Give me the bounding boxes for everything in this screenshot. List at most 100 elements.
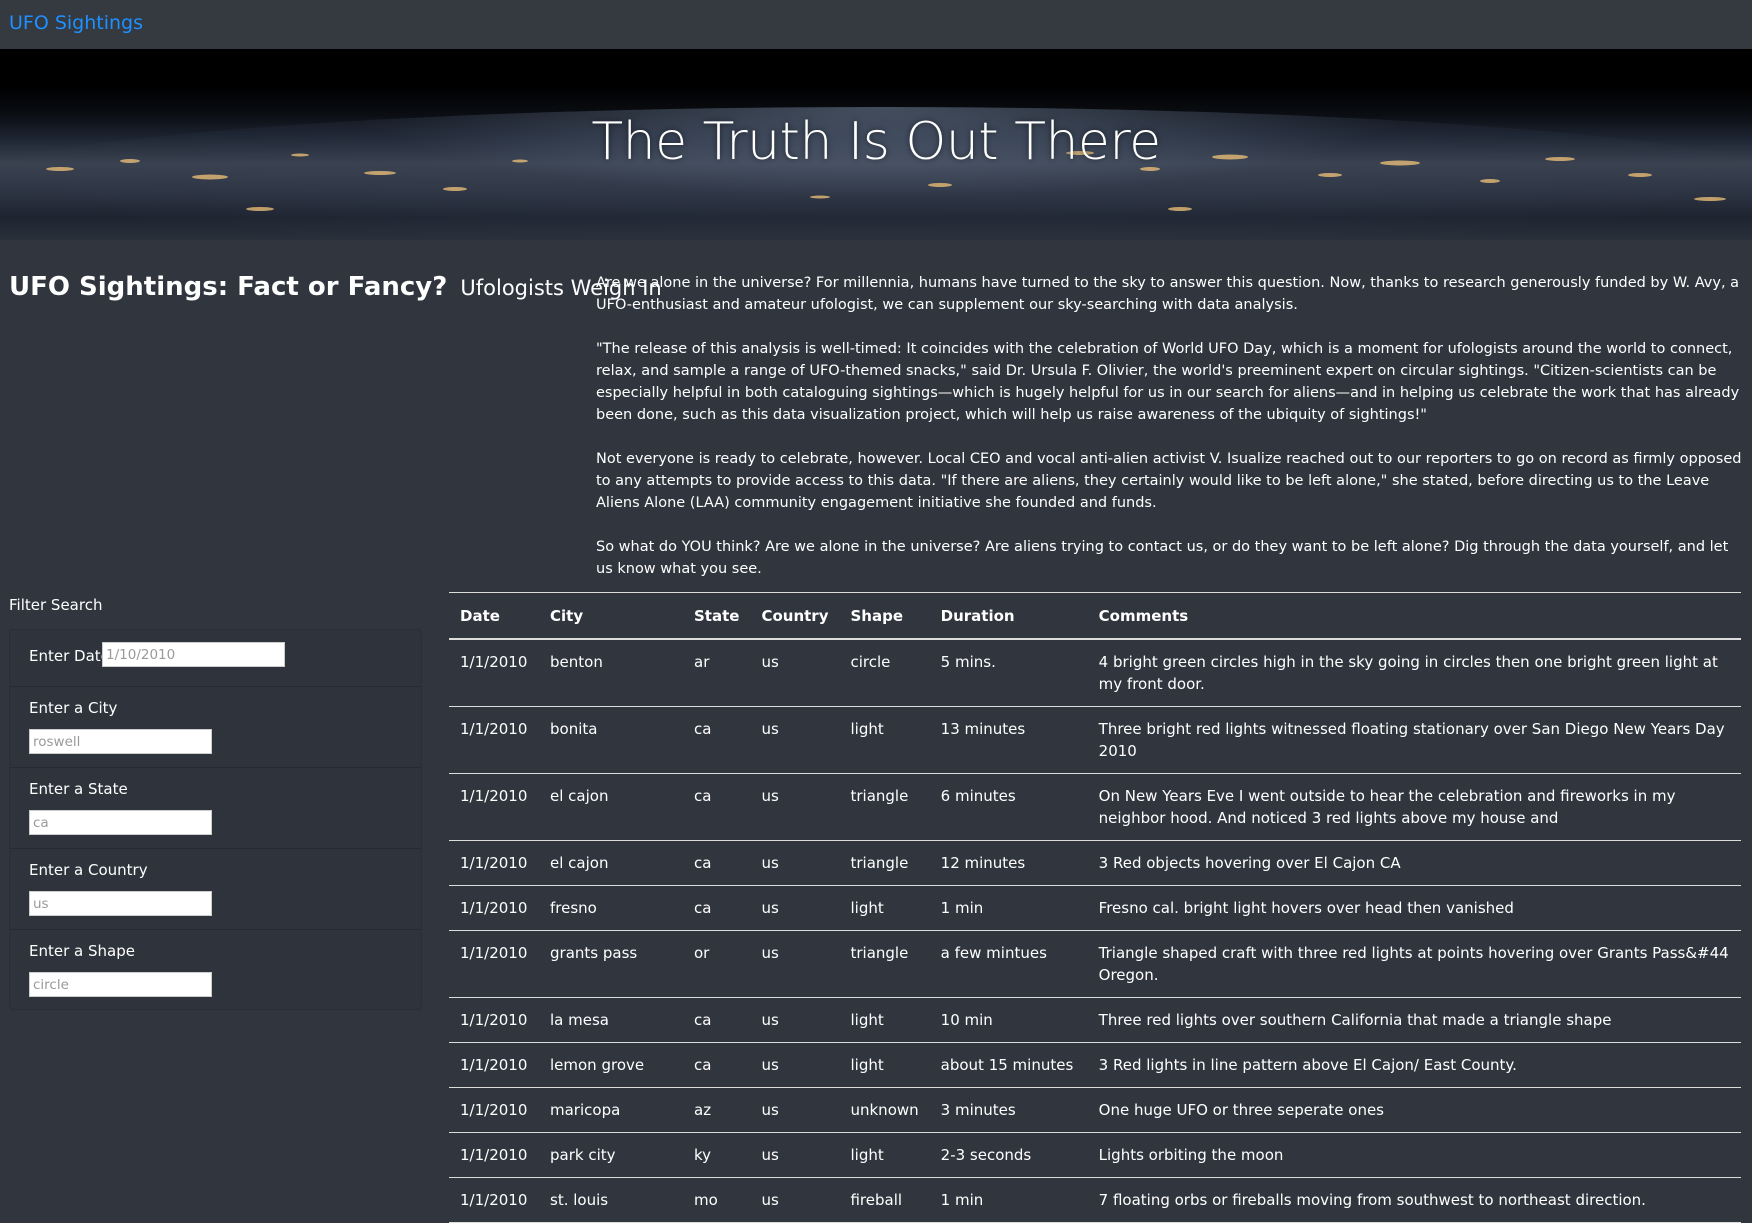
intro-paragraph: "The release of this analysis is well-ti…	[596, 341, 1740, 423]
state-cell: ca	[683, 773, 751, 841]
state-cell: ky	[683, 1132, 751, 1178]
date-cell: 1/1/2010	[449, 1132, 539, 1178]
city-cell: maricopa	[539, 1087, 683, 1133]
date-cell: 1/1/2010	[449, 1087, 539, 1133]
navbar: UFO Sightings	[0, 0, 1752, 49]
country-cell: us	[750, 773, 840, 841]
column-header-state: State	[694, 606, 740, 625]
country-input[interactable]	[29, 891, 212, 916]
table-row: 1/1/2010 fresno ca us light 1 min Fresno cal. …	[449, 885, 1741, 931]
comments-cell: Three bright red lights witnessed floati…	[1087, 706, 1741, 774]
state-cell: ca	[683, 1042, 751, 1088]
duration-cell: 13 minutes	[929, 706, 1088, 774]
state-cell: ca	[683, 885, 751, 931]
date-input[interactable]	[102, 642, 285, 667]
filter-panel: Enter Date Enter a City Enter a State En…	[9, 629, 422, 1010]
city-label: Enter a City	[29, 699, 118, 717]
date-cell: 1/1/2010	[449, 997, 539, 1043]
shape-label: Enter a Shape	[29, 942, 135, 960]
city-cell: bonita	[539, 706, 683, 774]
shape-cell: triangle	[839, 773, 930, 841]
state-cell: ca	[683, 706, 751, 774]
shape-cell: fireball	[839, 1177, 930, 1223]
city-cell: lemon grove	[539, 1042, 683, 1088]
sightings-table: Date City State Country Shape Duration C…	[449, 592, 1741, 1223]
table-row: 1/1/2010 maricopa az us unknown 3 minutes One …	[449, 1087, 1741, 1133]
filter-date-item: Enter Date	[10, 630, 421, 687]
table-row: 1/1/2010 park city ky us light 2-3 seconds Lig…	[449, 1132, 1741, 1178]
shape-cell: light	[839, 997, 930, 1043]
duration-cell: 1 min	[929, 885, 1088, 931]
comments-cell: Three red lights over southern Californi…	[1087, 997, 1741, 1043]
page-heading: UFO Sightings: Fact or Fancy? Ufologists…	[9, 272, 662, 302]
duration-cell: 1 min	[929, 1177, 1088, 1223]
date-label: Enter Date	[29, 647, 110, 665]
intro-paragraph: Are we alone in the universe? For millen…	[596, 275, 1740, 313]
table-body: 1/1/2010 benton ar us circle 5 mins. 4 bright …	[449, 639, 1741, 1223]
comments-cell: 3 Red objects hovering over El Cajon CA	[1087, 840, 1741, 886]
duration-cell: 3 minutes	[929, 1087, 1088, 1133]
country-cell: us	[750, 639, 840, 707]
country-cell: us	[750, 1087, 840, 1133]
date-cell: 1/1/2010	[449, 773, 539, 841]
table-row: 1/1/2010 la mesa ca us light 10 min Three red …	[449, 997, 1741, 1043]
date-cell: 1/1/2010	[449, 885, 539, 931]
date-cell: 1/1/2010	[449, 1177, 539, 1223]
city-input[interactable]	[29, 729, 212, 754]
comments-cell: 7 floating orbs or fireballs moving from…	[1087, 1177, 1741, 1223]
state-input[interactable]	[29, 810, 212, 835]
column-header-duration: Duration	[940, 606, 1015, 625]
filter-search-label: Filter Search	[9, 596, 103, 614]
column-header-city: City	[550, 606, 584, 625]
comments-cell: Fresno cal. bright light hovers over hea…	[1087, 885, 1741, 931]
date-cell: 1/1/2010	[449, 706, 539, 774]
country-cell: us	[750, 885, 840, 931]
filter-country-item: Enter a Country	[10, 849, 421, 930]
shape-cell: light	[839, 885, 930, 931]
filter-state-item: Enter a State	[10, 768, 421, 849]
comments-cell: One huge UFO or three seperate ones	[1087, 1087, 1741, 1133]
table-row: 1/1/2010 benton ar us circle 5 mins. 4 bright …	[449, 639, 1741, 707]
shape-cell: light	[839, 706, 930, 774]
state-cell: ca	[683, 997, 751, 1043]
column-header-shape: Shape	[850, 606, 903, 625]
city-cell: benton	[539, 639, 683, 707]
table-row: 1/1/2010 lemon grove ca us light about 15 min…	[449, 1042, 1741, 1088]
column-header-comments: Comments	[1098, 606, 1189, 625]
country-cell: us	[750, 706, 840, 774]
filter-city-item: Enter a City	[10, 687, 421, 768]
comments-cell: 4 bright green circles high in the sky g…	[1087, 639, 1741, 707]
country-cell: us	[750, 997, 840, 1043]
duration-cell: 10 min	[929, 997, 1088, 1043]
date-cell: 1/1/2010	[449, 840, 539, 886]
state-cell: az	[683, 1087, 751, 1133]
table-row: 1/1/2010 el cajon ca us triangle 12 minutes 3 …	[449, 840, 1741, 886]
city-cell: fresno	[539, 885, 683, 931]
filter-shape-item: Enter a Shape	[10, 930, 421, 1008]
state-label: Enter a State	[29, 780, 128, 798]
shape-input[interactable]	[29, 972, 212, 997]
country-cell: us	[750, 1132, 840, 1178]
duration-cell: 6 minutes	[929, 773, 1088, 841]
intro-text: Are we alone in the universe? For millen…	[596, 272, 1742, 602]
duration-cell: 5 mins.	[929, 639, 1088, 707]
brand-link[interactable]: UFO Sightings	[9, 12, 143, 34]
table-header-row: Date City State Country Shape Duration C…	[449, 592, 1741, 639]
state-cell: ca	[683, 840, 751, 886]
table-row: 1/1/2010 grants pass or us triangle a few min…	[449, 930, 1741, 998]
comments-cell: Triangle shaped craft with three red lig…	[1087, 930, 1741, 998]
country-cell: us	[750, 1177, 840, 1223]
state-cell: mo	[683, 1177, 751, 1223]
city-cell: el cajon	[539, 773, 683, 841]
comments-cell: 3 Red lights in line pattern above El Ca…	[1087, 1042, 1741, 1088]
date-cell: 1/1/2010	[449, 639, 539, 707]
country-cell: us	[750, 1042, 840, 1088]
state-cell: ar	[683, 639, 751, 707]
shape-cell: triangle	[839, 930, 930, 998]
table-row: 1/1/2010 st. louis mo us fireball 1 min 7 floa…	[449, 1177, 1741, 1223]
table-row: 1/1/2010 bonita ca us light 13 minutes Three b…	[449, 706, 1741, 774]
hero-banner: The Truth Is Out There	[0, 49, 1752, 240]
date-cell: 1/1/2010	[449, 1042, 539, 1088]
duration-cell: a few mintues	[929, 930, 1088, 998]
intro-paragraph: So what do YOU think? Are we alone in th…	[596, 539, 1729, 577]
